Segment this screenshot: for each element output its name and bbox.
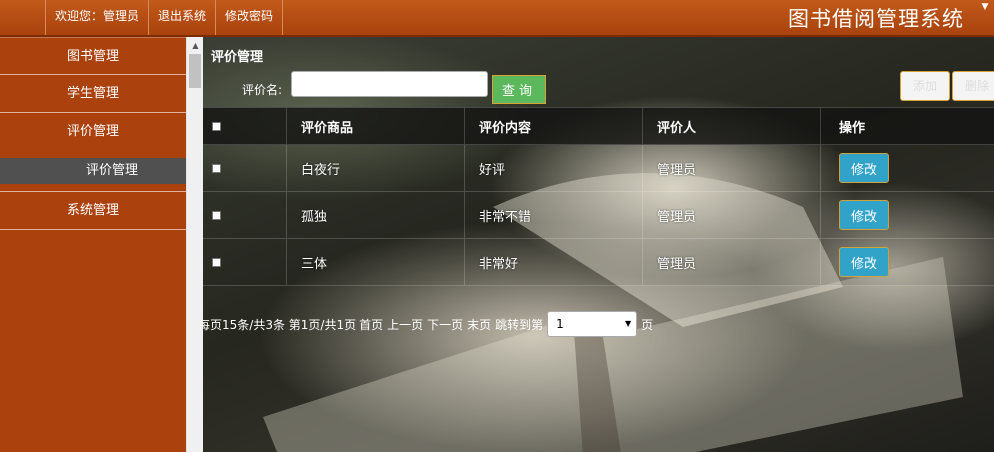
pager-page-suffix: 页 <box>641 317 654 332</box>
change-password-link[interactable]: 修改密码 <box>216 0 284 35</box>
row-checkbox[interactable] <box>212 257 221 267</box>
table-header-row: 评价商品 评价内容 评价人 操作 <box>203 107 994 145</box>
pager-jump-label: 跳转到第 <box>495 317 544 332</box>
pager-first-link[interactable]: 首页 <box>359 316 383 333</box>
header-reviewer: 评价人 <box>643 108 821 144</box>
scroll-up-arrow-icon[interactable]: ▲ <box>187 37 204 54</box>
sidebar: 图书管理 学生管理 评价管理 评价管理 系统管理 <box>0 37 186 452</box>
cell-content: 好评 <box>465 145 643 191</box>
select-all-checkbox[interactable] <box>212 121 221 131</box>
cell-product: 白夜行 <box>287 145 465 191</box>
table-row: 孤独 非常不错 管理员 修改 <box>203 192 994 239</box>
edit-button[interactable]: 修改 <box>839 200 889 230</box>
panel-title: 评价管理 <box>211 50 264 65</box>
cell-reviewer: 管理员 <box>643 145 821 191</box>
cell-reviewer: 管理员 <box>643 239 821 285</box>
site-title: 图书借阅管理系统 <box>788 7 964 31</box>
edit-button[interactable]: 修改 <box>839 247 889 277</box>
cell-action: 修改 <box>821 145 994 191</box>
main-content: 评价管理 评价名: 查询 添加 删除 评价商品 评价内容 评价人 操作 白夜行 … <box>203 37 994 452</box>
header-action: 操作 <box>839 120 866 136</box>
cell-product: 孤独 <box>287 192 465 238</box>
dropdown-arrow-icon[interactable]: ▼ <box>978 0 992 14</box>
top-nav: 欢迎您：管理员 退出系统 修改密码 <box>0 0 284 35</box>
edit-button[interactable]: 修改 <box>839 153 889 183</box>
cell-reviewer: 管理员 <box>643 192 821 238</box>
page-select-value: 1 <box>556 317 564 331</box>
sidebar-subitem-review-management[interactable]: 评价管理 <box>0 158 186 184</box>
row-select-cell <box>203 145 287 191</box>
submenu-spacer <box>0 151 186 158</box>
page-number-select[interactable]: 1 ▼ <box>547 311 638 337</box>
cell-content: 非常好 <box>465 239 643 285</box>
sidebar-item-system[interactable]: 系统管理 <box>0 192 186 230</box>
cell-action: 修改 <box>821 192 994 238</box>
add-button[interactable]: 添加 <box>900 71 950 101</box>
top-header: 欢迎您：管理员 退出系统 修改密码 图书借阅管理系统 ▼ <box>0 0 994 37</box>
chevron-down-icon: ▼ <box>625 319 632 328</box>
pager-summary: 每页15条/共3条 第1页/共1页 <box>203 317 357 332</box>
search-label: 评价名: <box>242 83 283 97</box>
reviews-table: 评价商品 评价内容 评价人 操作 白夜行 好评 管理员 修改 孤独 非常不错 管… <box>203 107 994 286</box>
submenu-divider <box>0 184 186 192</box>
sidebar-item-students[interactable]: 学生管理 <box>0 75 186 113</box>
vertical-scrollbar[interactable]: ▲ <box>186 37 203 452</box>
header-select-cell <box>203 108 287 144</box>
cell-product: 三体 <box>287 239 465 285</box>
row-select-cell <box>203 239 287 285</box>
table-row: 白夜行 好评 管理员 修改 <box>203 145 994 192</box>
cell-content: 非常不错 <box>465 192 643 238</box>
row-checkbox[interactable] <box>212 210 221 220</box>
table-row: 三体 非常好 管理员 修改 <box>203 239 994 286</box>
cell-action: 修改 <box>821 239 994 285</box>
pagination: 每页15条/共3条 第1页/共1页 首页 上一页 下一页 末页 跳转到第 1 ▼… <box>203 311 653 337</box>
review-name-search-input[interactable] <box>291 71 488 97</box>
logout-link[interactable]: 退出系统 <box>149 0 217 35</box>
pager-prev-link[interactable]: 上一页 <box>387 316 423 333</box>
search-button[interactable]: 查询 <box>492 75 546 104</box>
sidebar-item-reviews[interactable]: 评价管理 <box>0 113 186 151</box>
header-product: 评价商品 <box>287 108 465 144</box>
delete-button[interactable]: 删除 <box>952 71 994 101</box>
pager-last-link[interactable]: 末页 <box>467 316 491 333</box>
row-select-cell <box>203 192 287 238</box>
pager-next-link[interactable]: 下一页 <box>427 316 463 333</box>
scroll-thumb[interactable] <box>189 54 201 88</box>
welcome-text: 欢迎您：管理员 <box>46 0 150 35</box>
header-content: 评价内容 <box>465 108 643 144</box>
top-nav-spacer <box>0 0 46 35</box>
sidebar-item-books[interactable]: 图书管理 <box>0 37 186 75</box>
row-checkbox[interactable] <box>212 163 221 173</box>
